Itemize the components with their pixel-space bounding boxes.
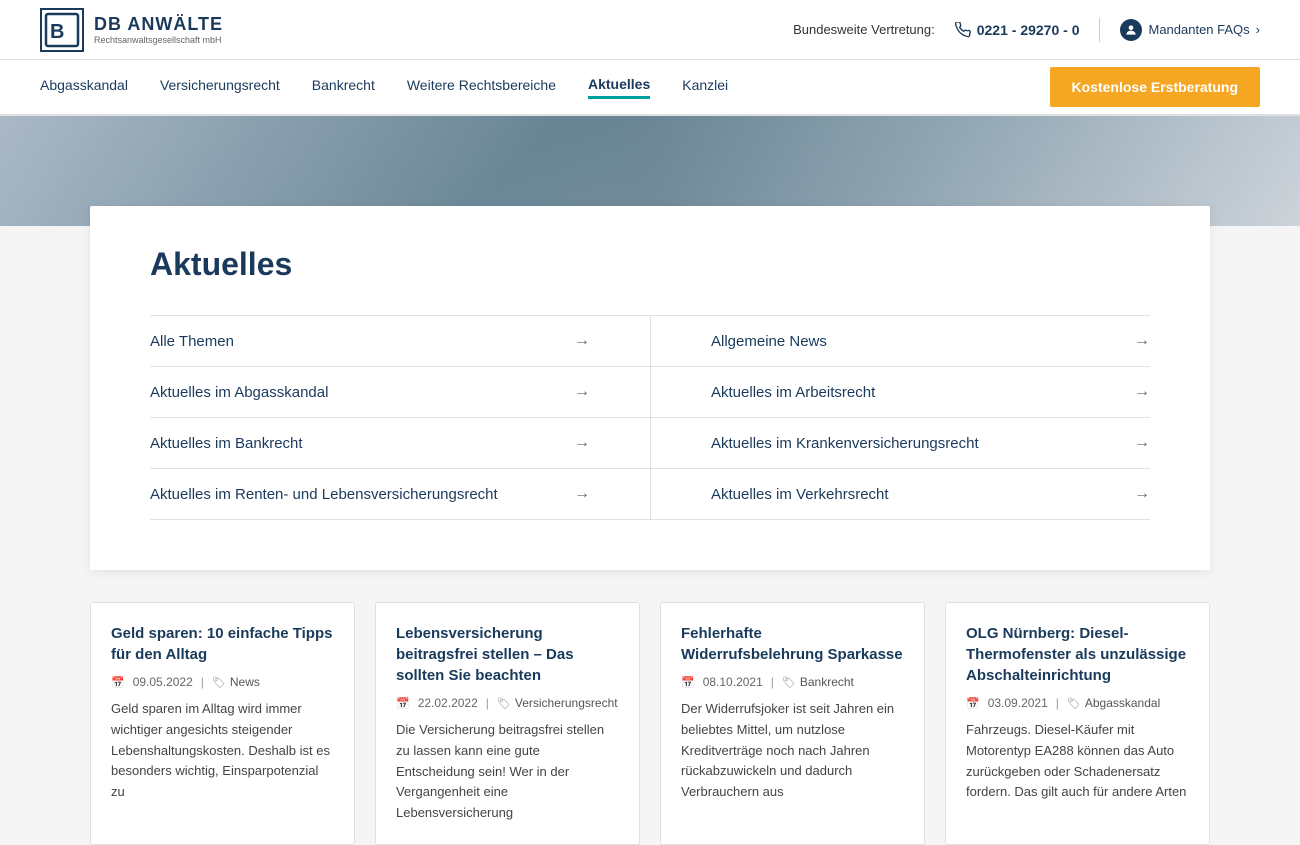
card-1-date: 09.05.2022 [133,675,193,689]
card-3-text: Der Widerrufsjoker ist seit Jahren ein b… [681,699,904,803]
card-2-title: Lebensversicherung beitragsfrei stellen … [396,623,619,686]
card-2-tag: 🏷 Versicherungsrecht [497,696,618,710]
arrow-icon: → [1134,485,1150,503]
nav-item-bankrecht[interactable]: Bankrecht [312,77,375,97]
card-4[interactable]: OLG Nürnberg: Diesel-Thermofenster als u… [945,602,1210,845]
chevron-right-icon: › [1256,22,1260,37]
bundesweite-label: Bundesweite Vertretung: [793,22,935,37]
nav-links: Abgasskandal Versicherungsrecht Bankrech… [40,76,728,99]
card-4-title: OLG Nürnberg: Diesel-Thermofenster als u… [966,623,1189,686]
arrow-icon: → [574,485,590,503]
card-3-tag: 🏷 Bankrecht [782,675,854,689]
arrow-icon: → [574,332,590,350]
tag-icon: 🏷 [782,676,796,689]
mandanten-faq-link[interactable]: Mandanten FAQs › [1120,19,1260,41]
svg-text:B: B [50,21,64,43]
card-2[interactable]: Lebensversicherung beitragsfrei stellen … [375,602,640,845]
aktuelles-allgemeine-news[interactable]: Allgemeine News → [650,316,1150,367]
calendar-icon: 📅 [966,697,980,710]
aktuelles-abgasskandal[interactable]: Aktuelles im Abgasskandal → [150,367,650,418]
main-container: Aktuelles Alle Themen → Allgemeine News … [90,206,1210,570]
card-3-meta: 📅 08.10.2021 | 🏷 Bankrecht [681,675,904,689]
card-4-text: Fahrzeugs. Diesel-Käufer mit Motorentyp … [966,720,1189,803]
nav-item-aktuelles[interactable]: Aktuelles [588,76,650,99]
card-1[interactable]: Geld sparen: 10 einfache Tipps für den A… [90,602,355,845]
aktuelles-verkehrsrecht[interactable]: Aktuelles im Verkehrsrecht → [650,469,1150,520]
user-icon [1120,19,1142,41]
nav-item-versicherungsrecht[interactable]: Versicherungsrecht [160,77,280,97]
aktuelles-krankenversicherungsrecht[interactable]: Aktuelles im Krankenversicherungsrecht → [650,418,1150,469]
card-1-tag: 🏷 News [212,675,260,689]
tag-icon: 🏷 [1067,697,1081,710]
phone-area[interactable]: 0221 - 29270 - 0 [955,22,1080,38]
tag-icon: 🏷 [212,676,226,689]
nav-bar: Abgasskandal Versicherungsrecht Bankrech… [0,60,1300,116]
logo-text: DB ANWÄLTE Rechtsanwaltsgesellschaft mbH [94,14,223,45]
card-2-date: 22.02.2022 [418,696,478,710]
logo-icon: B [40,8,84,52]
card-1-title: Geld sparen: 10 einfache Tipps für den A… [111,623,334,665]
arrow-icon: → [1134,434,1150,452]
card-3-date: 08.10.2021 [703,675,763,689]
card-1-text: Geld sparen im Alltag wird immer wichtig… [111,699,334,803]
vertical-divider [1099,18,1100,42]
aktuelles-arbeitsrecht[interactable]: Aktuelles im Arbeitsrecht → [650,367,1150,418]
card-1-meta: 📅 09.05.2022 | 🏷 News [111,675,334,689]
aktuelles-menu-grid: Alle Themen → Allgemeine News → Aktuelle… [150,315,1150,520]
top-right: Bundesweite Vertretung: 0221 - 29270 - 0… [793,18,1260,42]
calendar-icon: 📅 [111,676,125,689]
phone-icon [955,22,971,38]
card-4-date: 03.09.2021 [988,696,1048,710]
nav-item-kanzlei[interactable]: Kanzlei [682,77,728,97]
card-2-meta: 📅 22.02.2022 | 🏷 Versicherungsrecht [396,696,619,710]
cta-button[interactable]: Kostenlose Erstberatung [1050,67,1260,107]
calendar-icon: 📅 [681,676,695,689]
card-3[interactable]: Fehlerhafte Widerrufsbelehrung Sparkasse… [660,602,925,845]
card-2-text: Die Versicherung beitragsfrei stellen zu… [396,720,619,824]
phone-number: 0221 - 29270 - 0 [977,22,1080,38]
news-cards-section: Geld sparen: 10 einfache Tipps für den A… [90,602,1210,845]
calendar-icon: 📅 [396,697,410,710]
logo-title: DB ANWÄLTE [94,14,223,35]
arrow-icon: → [1134,332,1150,350]
aktuelles-bankrecht[interactable]: Aktuelles im Bankrecht → [150,418,650,469]
card-3-title: Fehlerhafte Widerrufsbelehrung Sparkasse [681,623,904,665]
aktuelles-renten-lebensversicherungsrecht[interactable]: Aktuelles im Renten- und Lebensversicher… [150,469,650,520]
arrow-icon: → [574,383,590,401]
card-4-tag: 🏷 Abgasskandal [1067,696,1160,710]
card-4-meta: 📅 03.09.2021 | 🏷 Abgasskandal [966,696,1189,710]
logo-subtitle: Rechtsanwaltsgesellschaft mbH [94,35,223,45]
page-title: Aktuelles [150,246,1150,283]
logo[interactable]: B DB ANWÄLTE Rechtsanwaltsgesellschaft m… [40,8,223,52]
tag-icon: 🏷 [497,697,511,710]
nav-item-weitere[interactable]: Weitere Rechtsbereiche [407,77,556,97]
nav-item-abgasskandal[interactable]: Abgasskandal [40,77,128,97]
top-bar: B DB ANWÄLTE Rechtsanwaltsgesellschaft m… [0,0,1300,60]
arrow-icon: → [1134,383,1150,401]
arrow-icon: → [574,434,590,452]
aktuelles-alle-themen[interactable]: Alle Themen → [150,316,650,367]
